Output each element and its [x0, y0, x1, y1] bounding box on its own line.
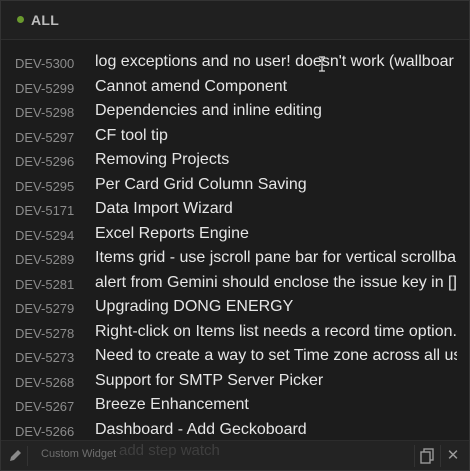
- text-cursor-icon: [319, 56, 325, 72]
- close-icon[interactable]: ✕: [440, 445, 465, 467]
- item-key[interactable]: DEV-5289: [15, 252, 74, 267]
- list-item[interactable]: DEV-5281 alert from Gemini should enclose…: [1, 272, 469, 296]
- list-item[interactable]: DEV-5300 log exceptions and no user! does…: [1, 51, 469, 75]
- widget-footer: Custom Widget add step watch ✕: [1, 440, 469, 470]
- item-title[interactable]: Data Import Wizard: [95, 200, 457, 218]
- item-key[interactable]: DEV-5297: [15, 130, 74, 145]
- item-title[interactable]: Breeze Enhancement: [95, 396, 457, 414]
- list-item[interactable]: DEV-5298 Dependencies and inline editing: [1, 100, 469, 124]
- list-item[interactable]: DEV-5294 Excel Reports Engine: [1, 223, 469, 247]
- list-item[interactable]: DEV-5279 Upgrading DONG ENERGY: [1, 296, 469, 320]
- item-key[interactable]: DEV-5299: [15, 81, 74, 96]
- item-key[interactable]: DEV-5266: [15, 424, 74, 439]
- item-key[interactable]: DEV-5300: [15, 56, 74, 71]
- item-title[interactable]: Items grid - use jscroll pane bar for ve…: [95, 249, 457, 267]
- widget-header: ALL: [1, 1, 469, 40]
- item-title[interactable]: Need to create a way to set Time zone ac…: [95, 347, 457, 365]
- widget-name-label: Custom Widget: [41, 448, 117, 460]
- list-item[interactable]: DEV-5268 Support for SMTP Server Picker: [1, 370, 469, 394]
- list-item[interactable]: DEV-5297 CF tool tip: [1, 125, 469, 149]
- list-item[interactable]: DEV-5289 Items grid - use jscroll pane ba…: [1, 247, 469, 271]
- item-title[interactable]: Upgrading DONG ENERGY: [95, 298, 457, 316]
- list-item[interactable]: DEV-5267 Breeze Enhancement: [1, 394, 469, 418]
- item-title[interactable]: Per Card Grid Column Saving: [95, 176, 457, 194]
- item-key[interactable]: DEV-5295: [15, 179, 74, 194]
- copy-icon[interactable]: [414, 445, 439, 467]
- item-list: DEV-5300 log exceptions and no user! does…: [1, 51, 469, 441]
- item-key[interactable]: DEV-5268: [15, 375, 74, 390]
- item-title[interactable]: CF tool tip: [95, 127, 457, 145]
- item-key[interactable]: DEV-5171: [15, 203, 74, 218]
- filter-all-label[interactable]: ALL: [31, 12, 59, 28]
- list-item[interactable]: DEV-5266 Dashboard - Add Geckoboard: [1, 419, 469, 442]
- pencil-icon[interactable]: [5, 446, 28, 466]
- item-key[interactable]: DEV-5278: [15, 326, 74, 341]
- item-title[interactable]: log exceptions and no user! doesn't work…: [95, 53, 457, 71]
- list-item[interactable]: DEV-5273 Need to create a way to set Time…: [1, 345, 469, 369]
- item-key[interactable]: DEV-5273: [15, 350, 74, 365]
- item-title[interactable]: Dashboard - Add Geckoboard: [95, 421, 457, 439]
- list-item[interactable]: DEV-5295 Per Card Grid Column Saving: [1, 174, 469, 198]
- list-item[interactable]: DEV-5296 Removing Projects: [1, 149, 469, 173]
- item-title[interactable]: Support for SMTP Server Picker: [95, 372, 457, 390]
- list-item[interactable]: DEV-5171 Data Import Wizard: [1, 198, 469, 222]
- item-key[interactable]: DEV-5294: [15, 228, 74, 243]
- item-key[interactable]: DEV-5296: [15, 154, 74, 169]
- item-key[interactable]: DEV-5281: [15, 277, 74, 292]
- custom-widget: ALL DEV-5300 log exceptions and no user! …: [0, 0, 470, 471]
- item-title[interactable]: Excel Reports Engine: [95, 225, 457, 243]
- item-key[interactable]: DEV-5267: [15, 399, 74, 414]
- obscured-text: add step watch: [119, 442, 220, 459]
- list-item[interactable]: DEV-5299 Cannot amend Component: [1, 76, 469, 100]
- item-title[interactable]: Cannot amend Component: [95, 78, 457, 96]
- list-item[interactable]: DEV-5278 Right-click on Items list needs …: [1, 321, 469, 345]
- item-title[interactable]: Right-click on Items list needs a record…: [95, 323, 457, 341]
- item-title[interactable]: Dependencies and inline editing: [95, 102, 457, 120]
- item-title[interactable]: alert from Gemini should enclose the iss…: [95, 274, 457, 292]
- item-key[interactable]: DEV-5298: [15, 105, 74, 120]
- item-key[interactable]: DEV-5279: [15, 301, 74, 316]
- item-title[interactable]: Removing Projects: [95, 151, 457, 169]
- status-dot-icon: [17, 16, 24, 23]
